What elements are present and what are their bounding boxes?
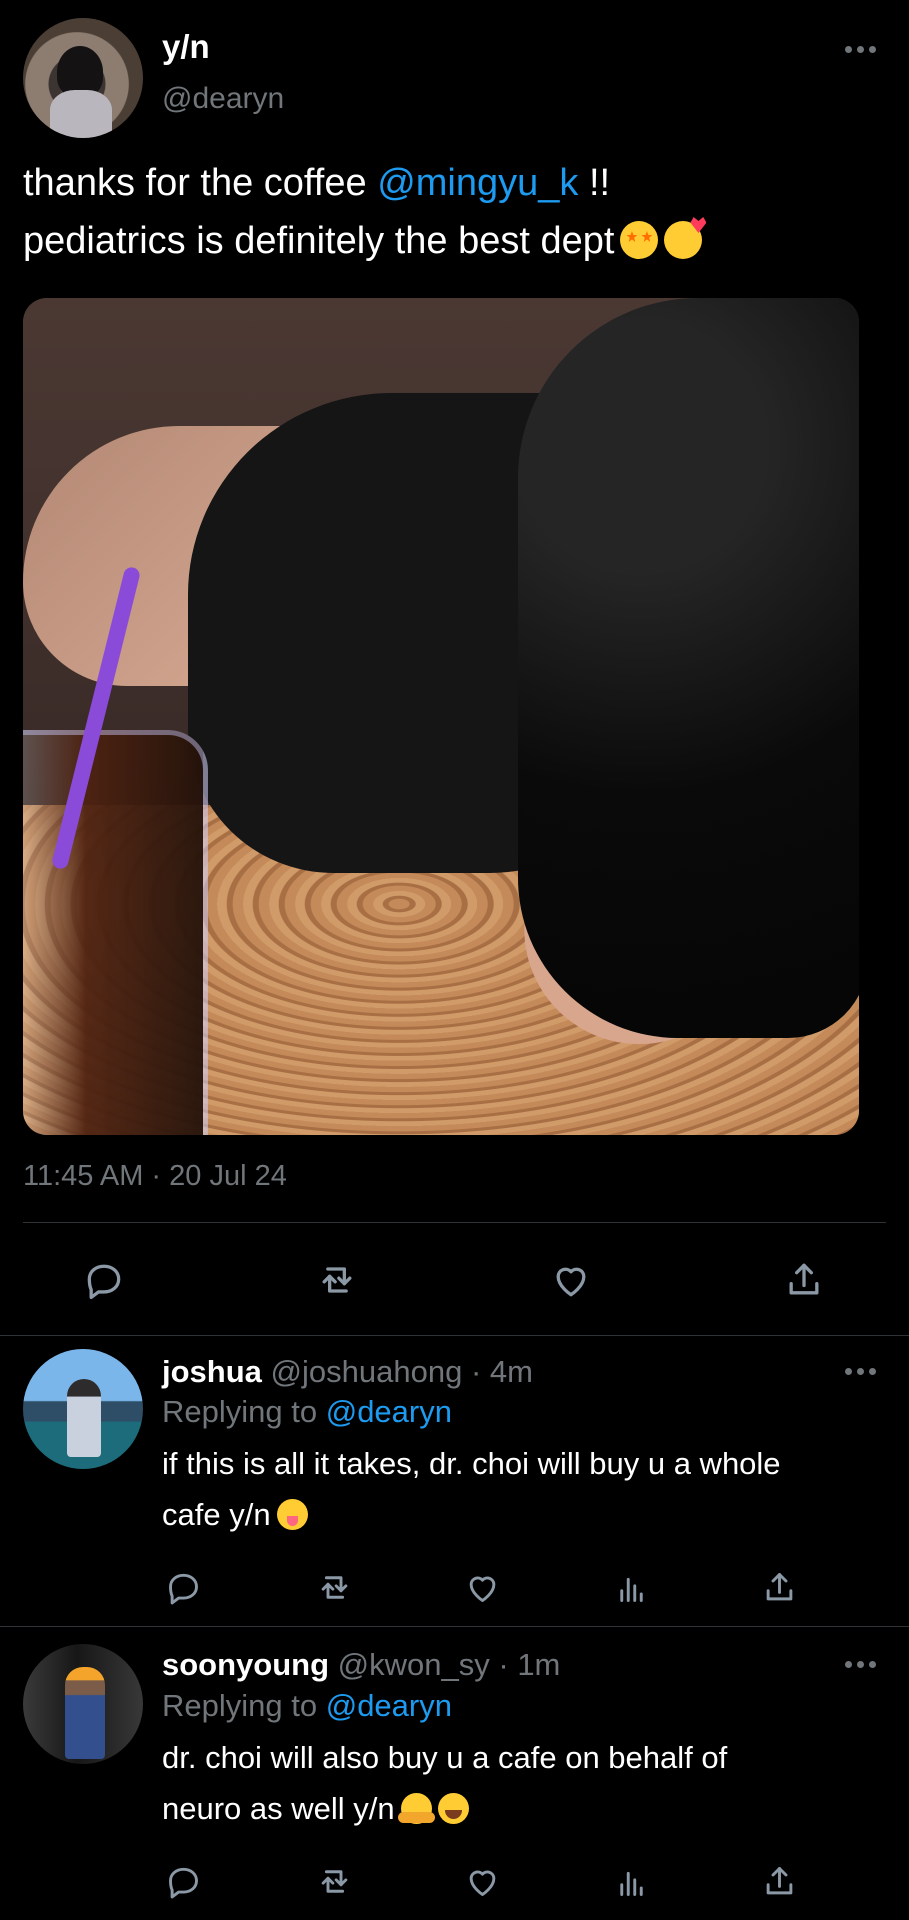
more-dot (844, 1367, 852, 1375)
retweet-icon[interactable] (306, 1559, 362, 1615)
black-cap (518, 298, 859, 1038)
reply-handle[interactable]: @kwon_sy (338, 1647, 490, 1682)
reply-time[interactable]: · 4m (462, 1354, 533, 1389)
reply-avatar-soonyoung[interactable] (23, 1644, 143, 1764)
reply-time[interactable]: · 1m (490, 1647, 560, 1682)
avatar-person (65, 1667, 105, 1759)
avatar-person (67, 1379, 101, 1457)
more-dot (856, 45, 864, 53)
replying-to: Replying to @dearyn (162, 1394, 452, 1430)
replying-label: Replying to (162, 1394, 326, 1429)
reply-text-line-two: neuro as well y/n (162, 1791, 395, 1826)
tweet-timestamp[interactable]: 11:45 AM · 20 Jul 24 (23, 1160, 287, 1193)
reply-display-name[interactable]: joshua (162, 1354, 262, 1389)
more-dot (868, 45, 876, 53)
more-dot (844, 1660, 852, 1668)
reply-text-line-one: dr. choi will also buy u a cafe on behal… (162, 1740, 728, 1775)
more-dot (856, 1367, 864, 1375)
replying-to: Replying to @dearyn (162, 1688, 452, 1724)
hugging-face-emoji-icon (397, 1793, 435, 1824)
winking-tongue-emoji-icon (276, 1499, 308, 1530)
heart-icon[interactable] (454, 1853, 510, 1909)
tweet-text-line-two: pediatrics is definitely the best dept (23, 220, 615, 262)
share-icon[interactable] (751, 1559, 807, 1615)
reply-text-line-one: if this is all it takes, dr. choi will b… (162, 1446, 781, 1481)
more-options-icon[interactable] (843, 1657, 877, 1671)
more-dot (868, 1660, 876, 1668)
more-dot (844, 45, 852, 53)
share-icon[interactable] (776, 1252, 832, 1308)
reply-divider (0, 1626, 909, 1627)
author-handle[interactable]: @dearyn (162, 82, 284, 116)
reply-text: if this is all it takes, dr. choi will b… (162, 1438, 872, 1540)
mention-link[interactable]: @mingyu_k (377, 162, 578, 204)
more-dot (856, 1660, 864, 1668)
reply-handle[interactable]: @joshuahong (271, 1354, 463, 1389)
reply-text: dr. choi will also buy u a cafe on behal… (162, 1732, 872, 1834)
reply-avatar-joshua[interactable] (23, 1349, 143, 1469)
replying-handle[interactable]: @dearyn (326, 1688, 452, 1723)
iced-coffee-cup (23, 730, 208, 1135)
tweet-text-suffix: !! (578, 162, 611, 204)
replying-handle[interactable]: @dearyn (326, 1394, 452, 1429)
more-options-icon[interactable] (843, 42, 877, 56)
reply-author-line: soonyoung @kwon_sy · 1m (162, 1647, 560, 1683)
reply-icon[interactable] (155, 1853, 211, 1909)
reply-icon[interactable] (155, 1559, 211, 1615)
smiling-hearts-emoji-icon (664, 221, 703, 259)
reply-author-line: joshua @joshuahong · 4m (162, 1354, 533, 1390)
views-icon[interactable] (603, 1853, 659, 1909)
timestamp-divider (23, 1222, 886, 1223)
retweet-icon[interactable] (309, 1252, 365, 1308)
tweet-text-prefix: thanks for the coffee (23, 162, 378, 204)
tweet-photo[interactable] (23, 298, 859, 1135)
heart-icon[interactable] (454, 1559, 510, 1615)
more-dot (868, 1367, 876, 1375)
heart-icon[interactable] (543, 1252, 599, 1308)
reply-icon[interactable] (76, 1252, 132, 1308)
reply-display-name[interactable]: soonyoung (162, 1647, 329, 1682)
avatar-photo-body (50, 90, 112, 138)
author-avatar[interactable] (23, 18, 143, 138)
retweet-icon[interactable] (306, 1853, 362, 1909)
views-icon[interactable] (603, 1559, 659, 1615)
star-struck-emoji-icon (620, 221, 659, 259)
tweet-text: thanks for the coffee @mingyu_k !! pedia… (23, 154, 883, 270)
replying-label: Replying to (162, 1688, 326, 1723)
share-icon[interactable] (751, 1853, 807, 1909)
reply-text-line-two: cafe y/n (162, 1497, 271, 1532)
more-options-icon[interactable] (843, 1364, 877, 1378)
laughing-face-emoji-icon (437, 1793, 469, 1824)
tweet-divider (0, 1335, 909, 1336)
author-display-name[interactable]: y/n (162, 28, 210, 66)
